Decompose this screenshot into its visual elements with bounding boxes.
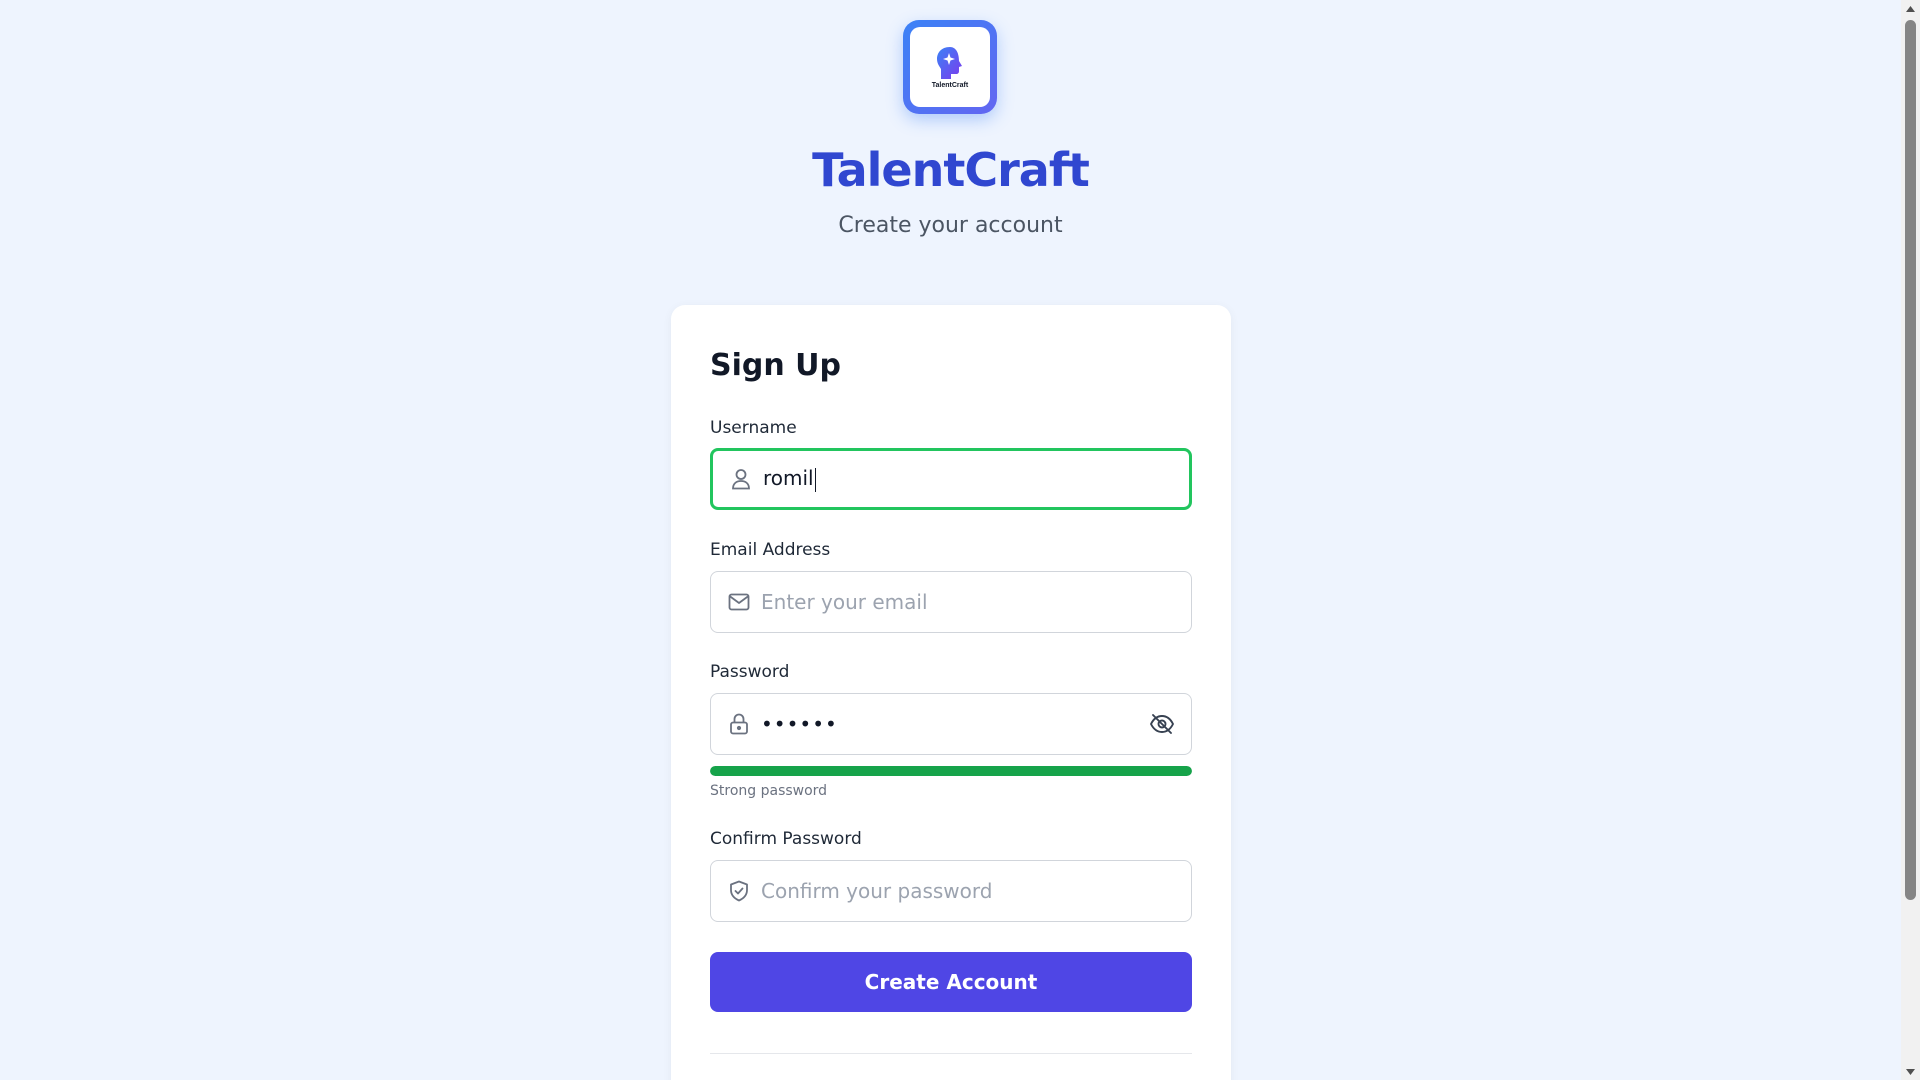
create-account-button[interactable]: Create Account xyxy=(710,952,1192,1012)
username-label: Username xyxy=(710,418,797,438)
password-label: Password xyxy=(710,662,790,682)
password-strength-fill xyxy=(710,766,1192,776)
vertical-scrollbar[interactable] xyxy=(1901,0,1920,1080)
confirm-password-field[interactable] xyxy=(710,860,1192,922)
confirm-password-input[interactable] xyxy=(761,861,1191,921)
brand-title: TalentCraft xyxy=(812,143,1090,197)
scroll-up-arrow-icon[interactable] xyxy=(1901,0,1920,17)
logo-wordmark: TalentCraft xyxy=(931,82,969,89)
mail-icon xyxy=(727,590,751,614)
email-field[interactable] xyxy=(710,571,1192,633)
scroll-down-arrow-icon[interactable] xyxy=(1901,1063,1920,1080)
username-input[interactable]: romil xyxy=(763,466,1189,492)
app-logo: TalentCraft xyxy=(903,20,997,114)
scroll-thumb[interactable] xyxy=(1905,20,1916,900)
signup-page: TalentCraft TalentCraft Create your acco… xyxy=(0,0,1901,1080)
logo-inner: TalentCraft xyxy=(910,27,990,107)
lock-icon xyxy=(727,712,751,736)
shield-check-icon xyxy=(727,879,751,903)
confirm-password-label: Confirm Password xyxy=(710,829,862,849)
email-label: Email Address xyxy=(710,540,831,560)
password-input[interactable]: •••••• xyxy=(761,712,1147,736)
username-field[interactable]: romil xyxy=(710,448,1192,510)
signup-card: Sign Up Username romil Email Address Ent… xyxy=(671,305,1231,1080)
eye-off-icon[interactable] xyxy=(1147,709,1177,739)
divider xyxy=(710,1053,1192,1054)
username-value: romil xyxy=(763,466,814,491)
user-icon xyxy=(729,467,753,491)
form-title: Sign Up xyxy=(710,348,842,383)
email-input[interactable] xyxy=(761,572,1191,632)
password-strength-bar xyxy=(710,766,1192,776)
brand-subtitle: Create your account xyxy=(838,213,1063,238)
password-strength-text: Strong password xyxy=(710,783,828,799)
text-caret xyxy=(814,467,817,492)
password-field[interactable]: •••••• xyxy=(710,693,1192,755)
logo-head-icon xyxy=(937,47,962,79)
